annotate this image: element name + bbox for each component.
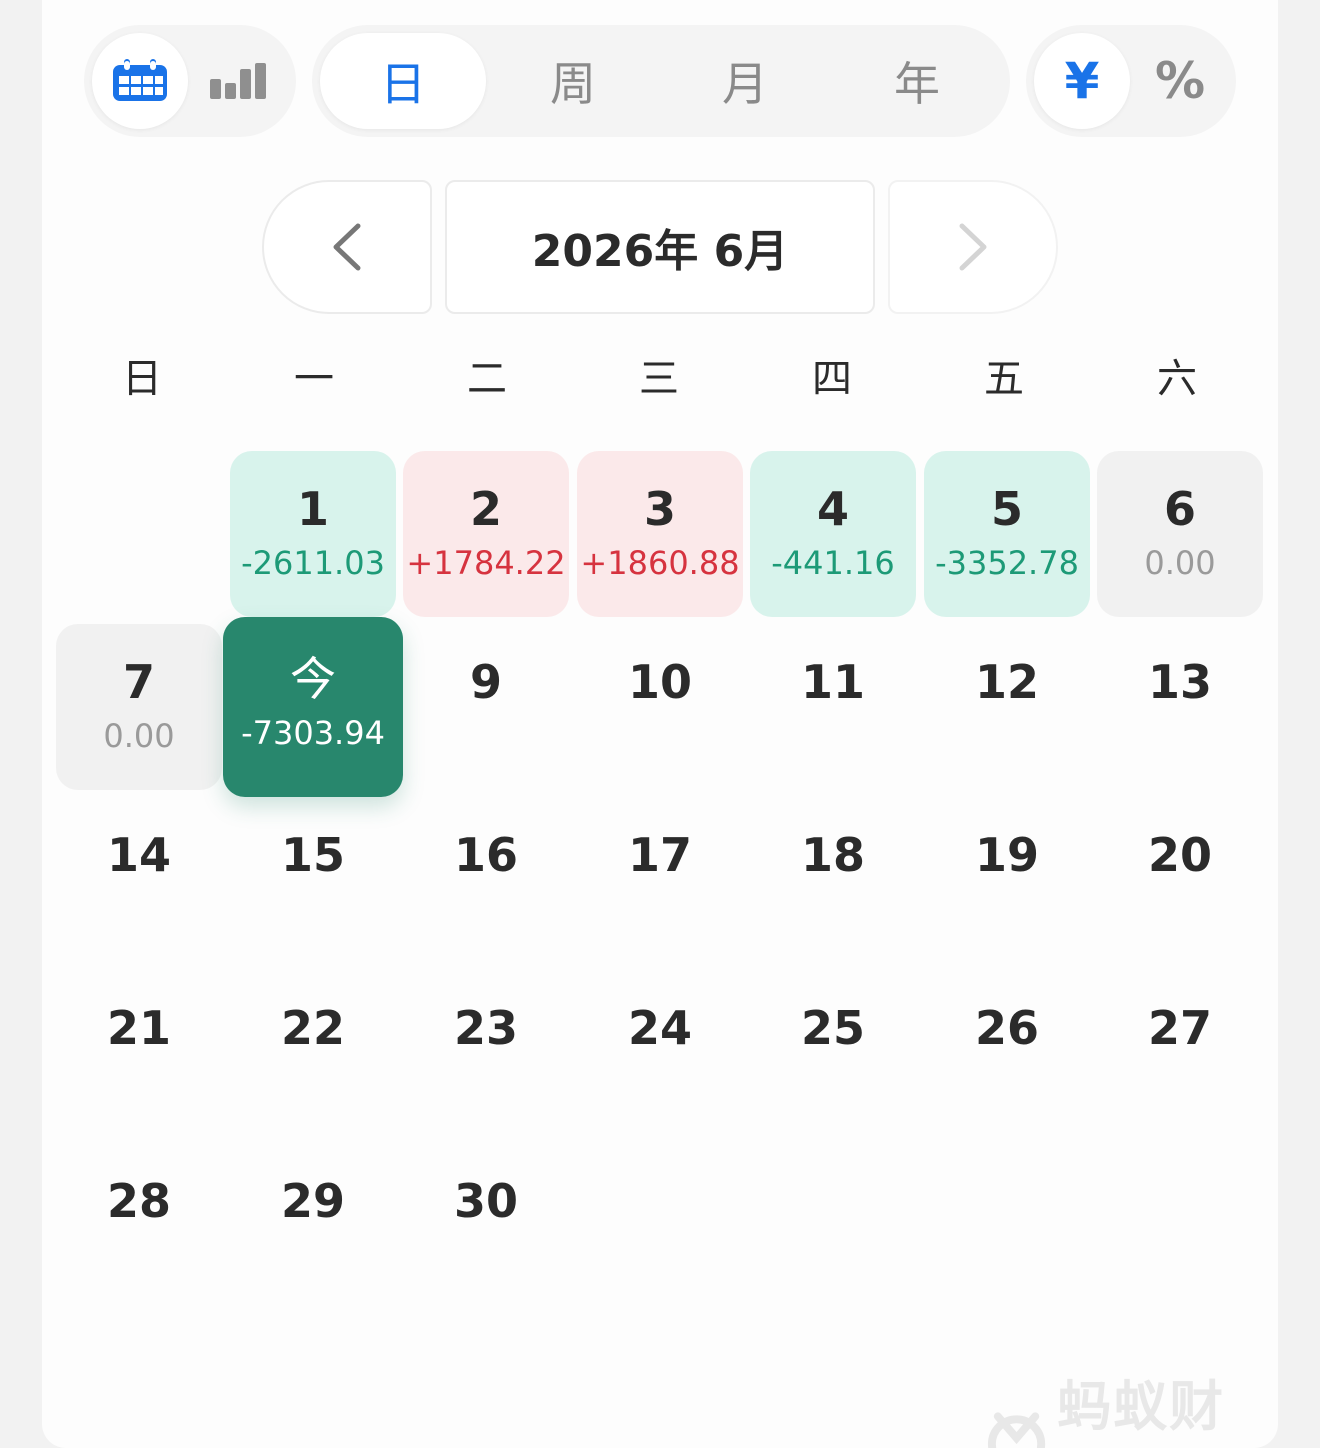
calendar-day[interactable]: 22 bbox=[230, 970, 396, 1136]
calendar-day[interactable]: 12 bbox=[924, 624, 1090, 790]
calendar-day[interactable]: 16 bbox=[403, 797, 569, 963]
calendar-day[interactable]: 15 bbox=[230, 797, 396, 963]
calendar-day[interactable]: 13 bbox=[1097, 624, 1263, 790]
watermark-text: 蚂蚁财富 bbox=[1057, 1375, 1226, 1438]
calendar-grid: 1 -2611.03 2 +1784.22 3 +1860.88 4 -441.16 5 -335… bbox=[42, 0, 1278, 1448]
calendar-day[interactable]: 6 0.00 bbox=[1097, 451, 1263, 617]
day-number: 7 bbox=[122, 655, 155, 709]
calendar-day[interactable]: 29 bbox=[230, 1143, 396, 1309]
calendar-day[interactable]: 30 bbox=[403, 1143, 569, 1309]
calendar-day[interactable]: 24 bbox=[577, 970, 743, 1136]
calendar-day[interactable]: 7 0.00 bbox=[56, 624, 222, 790]
day-number: 24 bbox=[627, 1001, 692, 1055]
calendar-day[interactable]: 11 bbox=[750, 624, 916, 790]
day-number: 14 bbox=[106, 828, 171, 882]
day-profit-amount: +1784.22 bbox=[406, 544, 566, 582]
day-number: 11 bbox=[800, 655, 865, 709]
day-number: 2 bbox=[469, 482, 502, 536]
day-number: 23 bbox=[453, 1001, 518, 1055]
calendar-day[interactable]: 17 bbox=[577, 797, 743, 963]
day-number: 15 bbox=[280, 828, 345, 882]
calendar-day[interactable]: 28 bbox=[56, 1143, 222, 1309]
day-number: 26 bbox=[974, 1001, 1039, 1055]
calendar-day[interactable]: 20 bbox=[1097, 797, 1263, 963]
calendar-day[interactable]: 3 +1860.88 bbox=[577, 451, 743, 617]
day-profit-amount: -7303.94 bbox=[241, 714, 385, 752]
calendar-day[interactable]: 14 bbox=[56, 797, 222, 963]
calendar-day-today[interactable]: 今 -7303.94 bbox=[223, 617, 403, 797]
calendar-day[interactable]: 21 bbox=[56, 970, 222, 1136]
brand-watermark: 蚂蚁财富 bbox=[984, 1362, 1278, 1448]
calendar-day[interactable]: 25 bbox=[750, 970, 916, 1136]
calendar-day[interactable]: 9 bbox=[403, 624, 569, 790]
day-number: 4 bbox=[816, 482, 849, 536]
day-number: 27 bbox=[1147, 1001, 1212, 1055]
calendar-day[interactable]: 2 +1784.22 bbox=[403, 451, 569, 617]
calendar-day[interactable]: 1 -2611.03 bbox=[230, 451, 396, 617]
day-number: 29 bbox=[280, 1174, 345, 1228]
day-profit-amount: -3352.78 bbox=[935, 544, 1079, 582]
calendar-day[interactable]: 27 bbox=[1097, 970, 1263, 1136]
calendar-day[interactable]: 5 -3352.78 bbox=[924, 451, 1090, 617]
calendar-day[interactable]: 10 bbox=[577, 624, 743, 790]
day-profit-amount: 0.00 bbox=[1144, 544, 1216, 582]
day-number: 3 bbox=[643, 482, 676, 536]
day-number: 13 bbox=[1147, 655, 1212, 709]
calendar-day[interactable]: 23 bbox=[403, 970, 569, 1136]
day-profit-amount: -2611.03 bbox=[241, 544, 385, 582]
ant-logo-icon bbox=[987, 1412, 1046, 1448]
day-number: 20 bbox=[1147, 828, 1212, 882]
day-number: 21 bbox=[106, 1001, 171, 1055]
day-profit-amount: 0.00 bbox=[103, 717, 175, 755]
day-number: 22 bbox=[280, 1001, 345, 1055]
day-number: 19 bbox=[974, 828, 1039, 882]
day-number: 25 bbox=[800, 1001, 865, 1055]
day-number: 18 bbox=[800, 828, 865, 882]
day-number: 9 bbox=[469, 655, 502, 709]
day-number: 12 bbox=[974, 655, 1039, 709]
day-number: 30 bbox=[453, 1174, 518, 1228]
calendar-day[interactable]: 19 bbox=[924, 797, 1090, 963]
calendar-day[interactable]: 18 bbox=[750, 797, 916, 963]
calendar-day[interactable]: 26 bbox=[924, 970, 1090, 1136]
day-number: 5 bbox=[990, 482, 1023, 536]
day-profit-amount: -441.16 bbox=[771, 544, 895, 582]
day-number: 6 bbox=[1163, 482, 1196, 536]
day-number: 17 bbox=[627, 828, 692, 882]
day-number: 10 bbox=[627, 655, 692, 709]
calendar-card: 日 周 月 年 ¥ % 2026年 6月 日 一 二 三 四 五 六 1 -261… bbox=[42, 0, 1278, 1448]
day-number: 1 bbox=[296, 482, 329, 536]
day-number: 16 bbox=[453, 828, 518, 882]
calendar-day[interactable]: 4 -441.16 bbox=[750, 451, 916, 617]
day-number: 今 bbox=[290, 652, 336, 706]
day-profit-amount: +1860.88 bbox=[580, 544, 740, 582]
day-number: 28 bbox=[106, 1174, 171, 1228]
